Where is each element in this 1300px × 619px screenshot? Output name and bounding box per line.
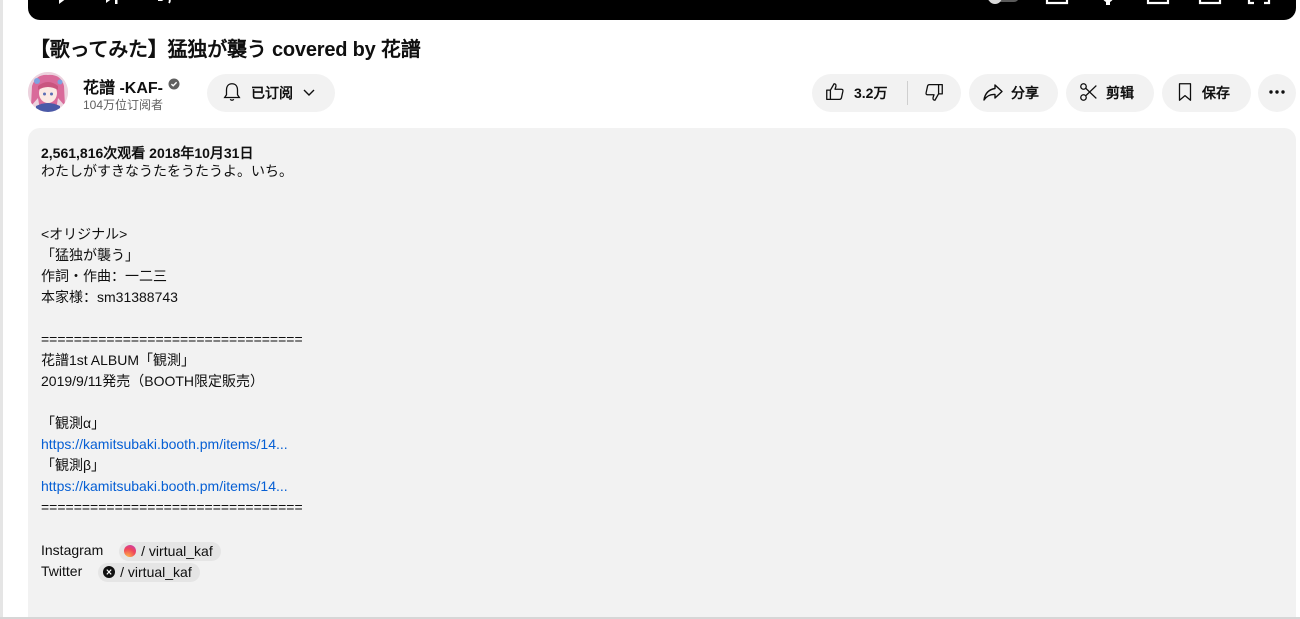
description-original-header: <オリジナル>: [41, 226, 128, 242]
description-beta-label: 「観測β」: [41, 457, 106, 473]
thumbs-down-icon: [923, 81, 945, 106]
alpha-link[interactable]: https://kamitsubaki.booth.pm/items/14...: [41, 434, 288, 454]
clip-button[interactable]: 剪辑: [1066, 74, 1154, 112]
settings-icon[interactable]: [1096, 0, 1120, 6]
instagram-row: Instagram / virtual_kaf: [41, 540, 221, 561]
save-label: 保存: [1202, 85, 1230, 101]
more-horizontal-icon: [1267, 82, 1287, 105]
theater-icon[interactable]: [1198, 0, 1222, 6]
instagram-label: Instagram: [41, 542, 104, 558]
chevron-down-icon: [301, 84, 317, 103]
fullscreen-icon[interactable]: [1247, 0, 1271, 6]
miniplayer-icon[interactable]: [1146, 0, 1170, 6]
page-left-edge: [0, 0, 3, 619]
instagram-handle: / virtual_kaf: [141, 543, 213, 560]
twitter-row: Twitter / virtual_kaf: [41, 561, 200, 582]
description-intro: わたしがすきなうたをうたうよ。いち。: [41, 163, 293, 179]
view-count-date: 2,561,816次观看 2018年10月31日: [41, 145, 254, 161]
play-icon[interactable]: [56, 0, 72, 6]
save-button[interactable]: 保存: [1162, 74, 1251, 112]
description-box[interactable]: 2,561,816次观看 2018年10月31日 わたしがすきなうたをうたうよ。…: [28, 128, 1296, 619]
share-arrow-icon: [981, 81, 1005, 106]
like-count: 3.2万: [854, 85, 888, 101]
description-album-release: 2019/9/11発売（BOOTH限定販売）: [41, 373, 265, 389]
twitter-chip[interactable]: / virtual_kaf: [98, 562, 200, 582]
beta-link[interactable]: https://kamitsubaki.booth.pm/items/14...: [41, 476, 288, 496]
share-button[interactable]: 分享: [969, 74, 1058, 112]
twitter-handle: / virtual_kaf: [120, 564, 192, 581]
more-actions-button[interactable]: [1258, 74, 1296, 112]
avatar[interactable]: [28, 72, 68, 112]
description-credits: 作詞・作曲：一二三: [41, 268, 167, 284]
channel-name-row[interactable]: 花譜 -KAF-: [83, 74, 180, 98]
thumbs-up-icon: [824, 81, 846, 106]
twitter-label: Twitter: [41, 563, 83, 579]
description-alpha-label: 「観測α」: [41, 415, 106, 431]
x-icon: [103, 566, 116, 579]
description-divider: ================================: [41, 499, 303, 515]
description-album-title: 花譜1st ALBUM「観測」: [41, 352, 196, 368]
clip-label: 剪辑: [1106, 85, 1134, 101]
scissors-icon: [1078, 81, 1100, 106]
next-icon[interactable]: [104, 0, 122, 6]
instagram-chip[interactable]: / virtual_kaf: [119, 541, 221, 561]
verified-icon: [168, 77, 180, 95]
player-controls-bar: [28, 0, 1296, 20]
subscribed-label: 已订阅: [251, 85, 293, 101]
description-source: 本家様：sm31388743: [41, 289, 178, 305]
like-dislike-group: 3.2万: [812, 74, 961, 112]
subscribed-button[interactable]: 已订阅: [207, 74, 335, 112]
description-divider: ================================: [41, 331, 303, 347]
autoplay-toggle-icon[interactable]: [985, 0, 1021, 6]
volume-icon[interactable]: [156, 0, 174, 6]
subscriber-count: 104万位订阅者: [83, 98, 164, 112]
subtitles-icon[interactable]: [1045, 0, 1069, 6]
instagram-icon: [124, 545, 137, 558]
video-title: 【歌ってみた】猛独が襲う covered by 花譜: [30, 39, 421, 61]
channel-name[interactable]: 花譜 -KAF-: [83, 74, 163, 98]
description-original-song: 「猛独が襲う」: [41, 247, 139, 263]
share-label: 分享: [1011, 85, 1039, 101]
dislike-button[interactable]: [908, 74, 960, 112]
bookmark-icon: [1174, 81, 1196, 106]
bell-icon: [221, 81, 243, 106]
like-button[interactable]: 3.2万: [812, 74, 907, 112]
